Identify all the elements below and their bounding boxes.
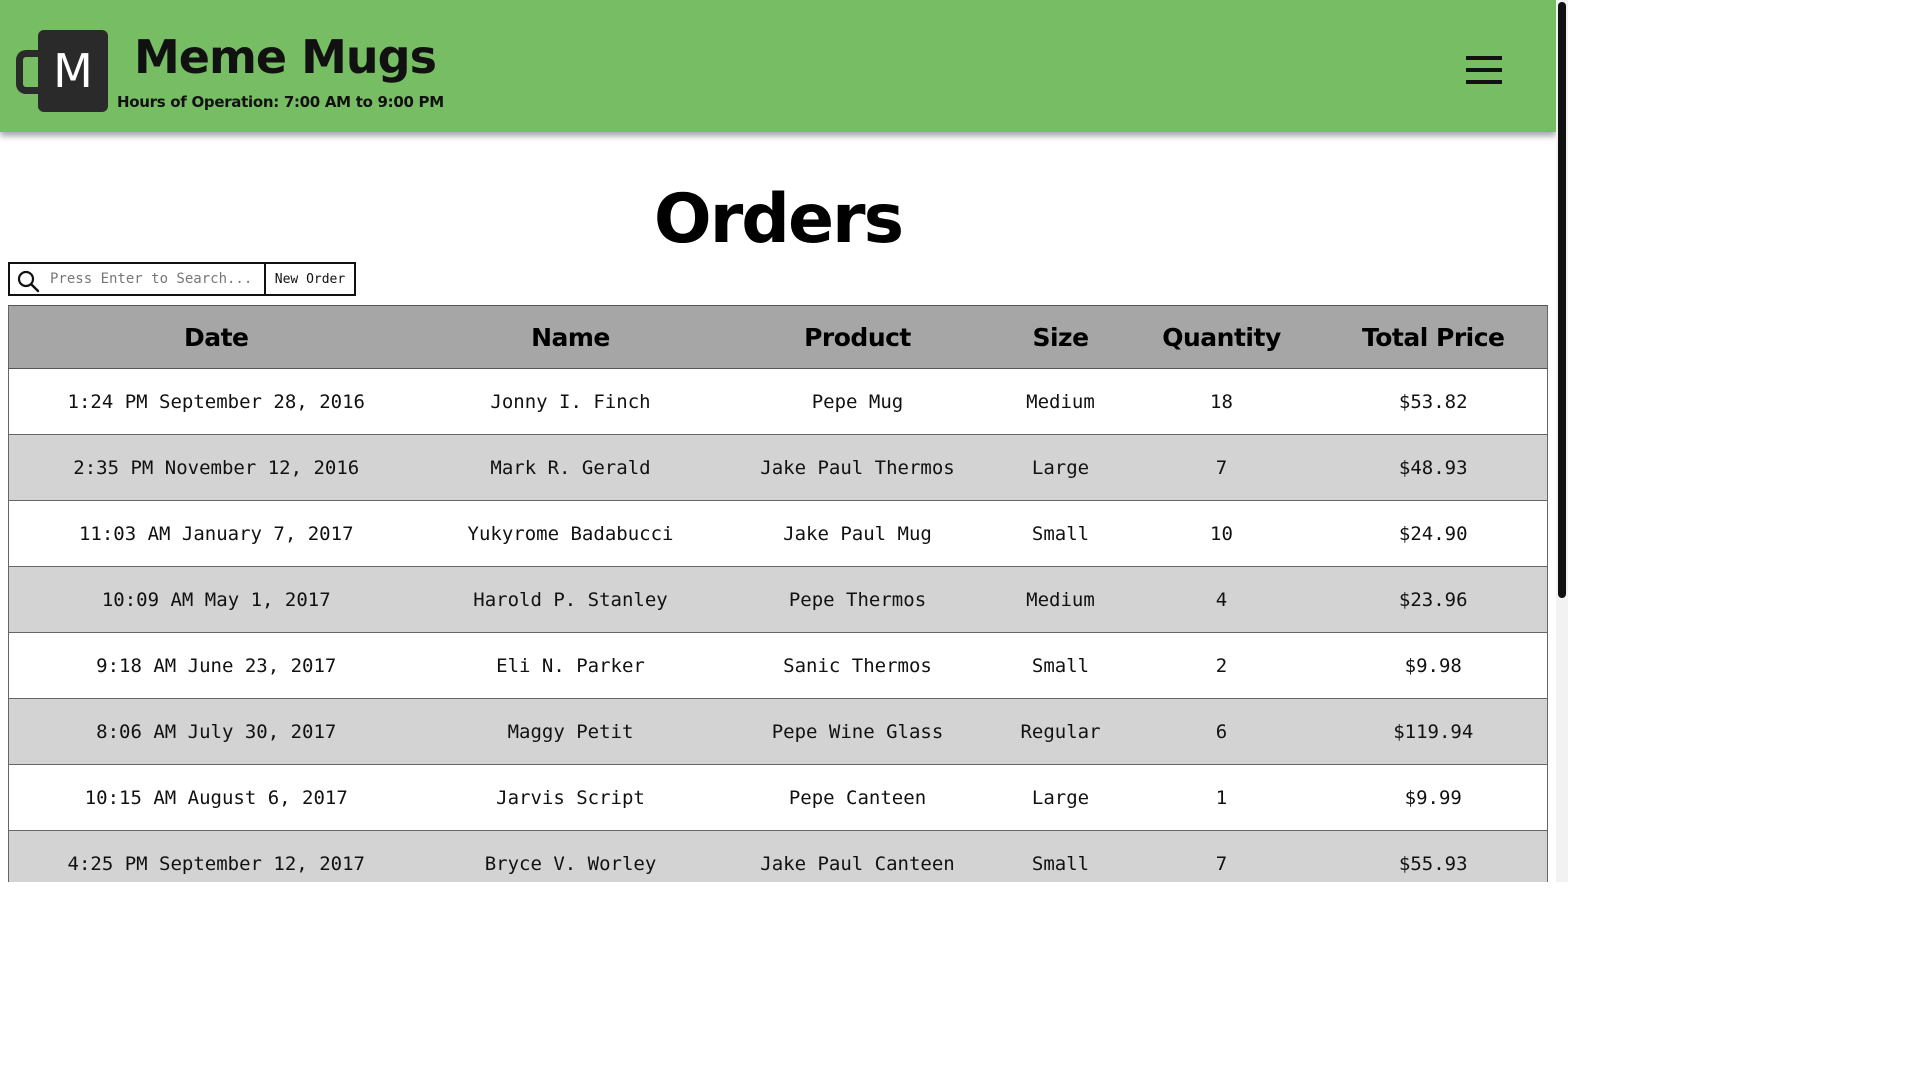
hamburger-menu-icon[interactable]	[1462, 52, 1506, 88]
orders-table: Date Name Product Size Quantity Total Pr…	[8, 305, 1548, 882]
cell-size: Regular	[997, 698, 1124, 765]
cell-size: Medium	[997, 368, 1124, 435]
cell-product: Pepe Thermos	[717, 566, 998, 633]
table-row[interactable]: 2:35 PM November 12, 2016 Mark R. Gerald…	[8, 434, 1548, 501]
cell-size: Large	[997, 764, 1124, 831]
search-box[interactable]	[8, 262, 266, 296]
logo-letter: M	[38, 30, 108, 112]
cell-name: Bryce V. Worley	[423, 830, 718, 882]
new-order-button[interactable]: New Order	[264, 262, 356, 296]
cell-total-price: $48.93	[1319, 434, 1548, 501]
table-row[interactable]: 11:03 AM January 7, 2017 Yukyrome Badabu…	[8, 500, 1548, 567]
search-input[interactable]	[50, 266, 260, 292]
cell-name: Harold P. Stanley	[423, 566, 718, 633]
table-row[interactable]: 10:09 AM May 1, 2017 Harold P. Stanley P…	[8, 566, 1548, 633]
cell-product: Pepe Canteen	[717, 764, 998, 831]
cell-name: Maggy Petit	[423, 698, 718, 765]
cell-quantity: 7	[1123, 434, 1320, 501]
cell-date: 10:09 AM May 1, 2017	[8, 566, 424, 633]
column-header-quantity[interactable]: Quantity	[1123, 305, 1320, 369]
cell-total-price: $9.99	[1319, 764, 1548, 831]
cell-date: 8:06 AM July 30, 2017	[8, 698, 424, 765]
menu-bar	[1466, 68, 1502, 72]
cell-quantity: 1	[1123, 764, 1320, 831]
hours-of-operation: Hours of Operation: 7:00 AM to 9:00 PM	[117, 93, 444, 111]
cell-size: Large	[997, 434, 1124, 501]
table-row[interactable]: 9:18 AM June 23, 2017 Eli N. Parker Sani…	[8, 632, 1548, 699]
cell-size: Small	[997, 500, 1124, 567]
menu-bar	[1466, 80, 1502, 84]
column-header-size[interactable]: Size	[997, 305, 1124, 369]
mug-handle	[16, 50, 40, 94]
cell-product: Pepe Mug	[717, 368, 998, 435]
mug-logo-icon[interactable]: M	[16, 28, 108, 112]
cell-total-price: $55.93	[1319, 830, 1548, 882]
cell-quantity: 6	[1123, 698, 1320, 765]
cell-total-price: $24.90	[1319, 500, 1548, 567]
search-icon	[17, 270, 40, 293]
cell-product: Jake Paul Mug	[717, 500, 998, 567]
cell-name: Yukyrome Badabucci	[423, 500, 718, 567]
cell-product: Jake Paul Thermos	[717, 434, 998, 501]
page-title: Orders	[653, 180, 904, 259]
cell-total-price: $53.82	[1319, 368, 1548, 435]
table-row[interactable]: 8:06 AM July 30, 2017 Maggy Petit Pepe W…	[8, 698, 1548, 765]
cell-total-price: $23.96	[1319, 566, 1548, 633]
cell-name: Jarvis Script	[423, 764, 718, 831]
cell-date: 9:18 AM June 23, 2017	[8, 632, 424, 699]
cell-date: 2:35 PM November 12, 2016	[8, 434, 424, 501]
cell-product: Jake Paul Canteen	[717, 830, 998, 882]
cell-date: 4:25 PM September 12, 2017	[8, 830, 424, 882]
table-header-row: Date Name Product Size Quantity Total Pr…	[8, 305, 1548, 369]
cell-product: Pepe Wine Glass	[717, 698, 998, 765]
cell-size: Medium	[997, 566, 1124, 633]
cell-name: Jonny I. Finch	[423, 368, 718, 435]
cell-name: Eli N. Parker	[423, 632, 718, 699]
cell-quantity: 7	[1123, 830, 1320, 882]
menu-bar	[1466, 56, 1502, 60]
page: M Meme Mugs Hours of Operation: 7:00 AM …	[0, 0, 1568, 882]
table-row[interactable]: 1:24 PM September 28, 2016 Jonny I. Finc…	[8, 368, 1548, 435]
column-header-total-price[interactable]: Total Price	[1319, 305, 1548, 369]
column-header-name[interactable]: Name	[423, 305, 718, 369]
vertical-scrollbar[interactable]	[1556, 0, 1568, 882]
cell-quantity: 18	[1123, 368, 1320, 435]
cell-size: Small	[997, 830, 1124, 882]
cell-total-price: $119.94	[1319, 698, 1548, 765]
cell-name: Mark R. Gerald	[423, 434, 718, 501]
cell-date: 1:24 PM September 28, 2016	[8, 368, 424, 435]
cell-quantity: 4	[1123, 566, 1320, 633]
site-header: M Meme Mugs Hours of Operation: 7:00 AM …	[0, 0, 1556, 132]
cell-total-price: $9.98	[1319, 632, 1548, 699]
column-header-product[interactable]: Product	[717, 305, 998, 369]
column-header-date[interactable]: Date	[8, 305, 424, 369]
table-row[interactable]: 10:15 AM August 6, 2017 Jarvis Script Pe…	[8, 764, 1548, 831]
cell-date: 11:03 AM January 7, 2017	[8, 500, 424, 567]
scrollbar-thumb[interactable]	[1558, 2, 1566, 598]
cell-size: Small	[997, 632, 1124, 699]
cell-date: 10:15 AM August 6, 2017	[8, 764, 424, 831]
cell-quantity: 2	[1123, 632, 1320, 699]
cell-product: Sanic Thermos	[717, 632, 998, 699]
cell-quantity: 10	[1123, 500, 1320, 567]
table-row[interactable]: 4:25 PM September 12, 2017 Bryce V. Worl…	[8, 830, 1548, 882]
brand-title: Meme Mugs	[134, 30, 437, 84]
